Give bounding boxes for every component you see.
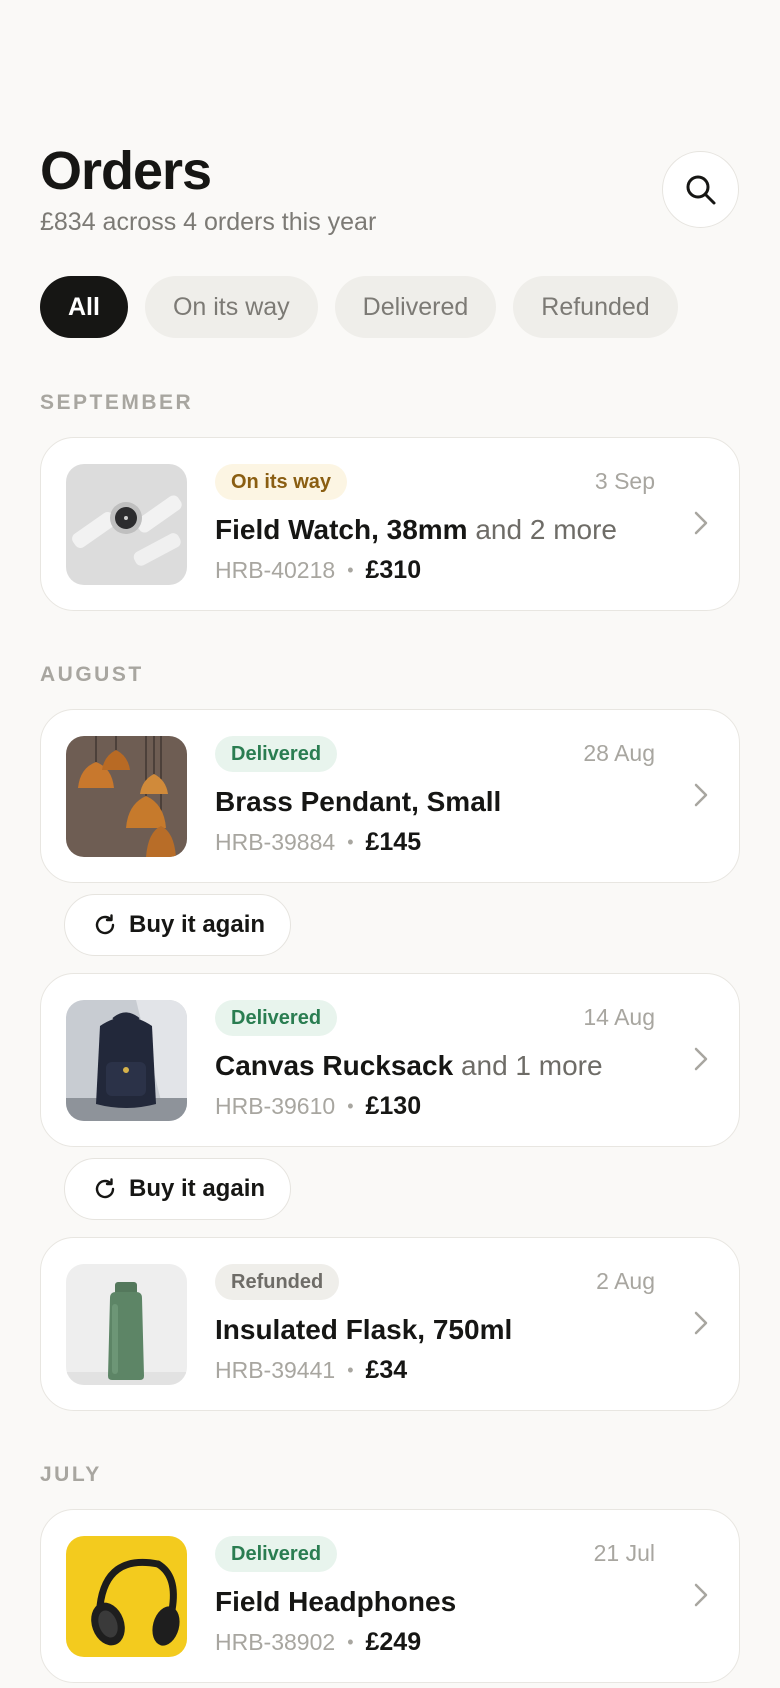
order-title: Brass Pendant, Small (215, 786, 501, 818)
item-name: Canvas Rucksack (215, 1050, 454, 1081)
buy-again-label: Buy it again (129, 1175, 266, 1202)
chevron-right-icon (694, 1583, 708, 1607)
order-title: Insulated Flask, 750ml (215, 1314, 512, 1346)
product-image-watch (66, 464, 187, 585)
order-meta: HRB-40218 • £310 (215, 556, 421, 585)
filter-all[interactable]: All (40, 276, 128, 338)
page-title: Orders (40, 141, 212, 201)
separator: • (347, 1096, 354, 1116)
orders-summary: £834 across 4 orders this year (40, 208, 377, 236)
search-button[interactable] (662, 151, 739, 228)
order-title: Field Watch, 38mm and 2 more (215, 514, 617, 546)
order-id: HRB-40218 (215, 557, 336, 583)
status-badge: Delivered (215, 736, 338, 772)
filter-delivered[interactable]: Delivered (334, 276, 497, 338)
order-date: 21 Jul (593, 1540, 655, 1566)
chevron-right-icon (694, 511, 708, 535)
separator: • (347, 560, 354, 580)
buy-again-button[interactable]: Buy it again (64, 1158, 291, 1220)
buy-again-label: Buy it again (129, 911, 266, 938)
order-card[interactable]: Delivered 14 Aug Canvas Rucksack and 1 m… (40, 973, 740, 1147)
more-items: and 2 more (475, 514, 617, 545)
order-title: Field Headphones (215, 1586, 456, 1618)
order-card[interactable]: On its way 3 Sep Field Watch, 38mm and 2… (40, 437, 740, 611)
separator: • (347, 1360, 354, 1380)
order-price: £249 (365, 1628, 422, 1656)
order-id: HRB-39884 (215, 829, 336, 855)
order-card[interactable]: Refunded 2 Aug Insulated Flask, 750ml HR… (40, 1237, 740, 1411)
order-card[interactable]: Delivered 21 Jul Field Headphones HRB-38… (40, 1509, 740, 1683)
section-label-september: SEPTEMBER (40, 391, 194, 414)
section-label-august: AUGUST (40, 663, 144, 686)
order-id: HRB-39610 (215, 1093, 336, 1119)
more-items: and 1 more (460, 1050, 603, 1081)
order-title: Canvas Rucksack and 1 more (215, 1050, 603, 1082)
filter-refunded[interactable]: Refunded (513, 276, 678, 338)
buy-again-button[interactable]: Buy it again (64, 894, 291, 956)
item-name: Insulated Flask, 750ml (215, 1314, 513, 1345)
separator: • (347, 1632, 354, 1652)
filter-on-its-way[interactable]: On its way (144, 276, 318, 338)
status-badge: Refunded (215, 1264, 340, 1300)
header: Orders £834 across 4 orders this year (40, 140, 376, 237)
product-image-rucksack (66, 1000, 187, 1121)
refresh-icon (95, 1178, 115, 1199)
product-image-headphones (66, 1536, 187, 1657)
order-meta: HRB-39610 • £130 (215, 1092, 421, 1121)
chevron-right-icon (694, 783, 708, 807)
product-image-pendant (66, 736, 187, 857)
chevron-right-icon (694, 1047, 708, 1071)
order-date: 3 Sep (594, 468, 655, 494)
product-image-flask (66, 1264, 187, 1385)
search-icon (686, 175, 715, 204)
order-price: £310 (365, 556, 422, 584)
filter-bar: All On its way Delivered Refunded (40, 276, 678, 338)
order-date: 28 Aug (583, 740, 655, 766)
item-name: Field Watch, 38mm (215, 514, 468, 545)
section-label-july: JULY (40, 1463, 102, 1486)
order-price: £130 (365, 1092, 422, 1120)
order-id: HRB-38902 (215, 1629, 336, 1655)
status-badge: On its way (215, 464, 348, 500)
status-badge: Delivered (215, 1000, 338, 1036)
order-price: £34 (365, 1356, 408, 1384)
separator: • (347, 832, 354, 852)
order-meta: HRB-38902 • £249 (215, 1628, 421, 1657)
order-card[interactable]: Delivered 28 Aug Brass Pendant, Small HR… (40, 709, 740, 883)
order-meta: HRB-39884 • £145 (215, 828, 421, 857)
order-date: 14 Aug (583, 1004, 655, 1030)
status-badge: Delivered (215, 1536, 338, 1572)
item-name: Brass Pendant, Small (215, 786, 502, 817)
order-price: £145 (365, 828, 422, 856)
chevron-right-icon (694, 1311, 708, 1335)
order-id: HRB-39441 (215, 1357, 336, 1383)
order-date: 2 Aug (596, 1268, 655, 1294)
item-name: Field Headphones (215, 1586, 457, 1617)
order-meta: HRB-39441 • £34 (215, 1356, 407, 1385)
refresh-icon (95, 914, 115, 935)
